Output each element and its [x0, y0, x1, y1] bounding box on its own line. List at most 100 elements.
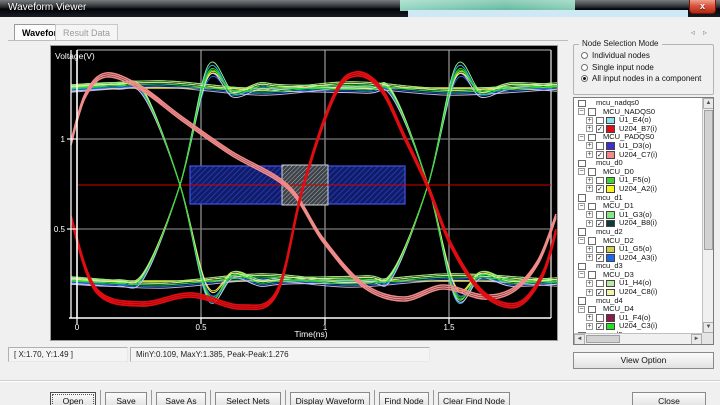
y-tick-label: 0.5 [54, 225, 66, 234]
collapse-minus-icon[interactable]: − [578, 108, 585, 115]
checkbox-icon[interactable] [578, 263, 586, 271]
open-button[interactable]: Open [50, 392, 96, 405]
expand-plus-icon[interactable]: + [586, 280, 593, 287]
clear-find-node-button[interactable]: Clear Find Node [438, 392, 510, 405]
tree-row[interactable]: mcu_d0 [574, 159, 702, 168]
tree-row[interactable]: +✓U204_A3(i) [574, 254, 702, 263]
node-color-swatch [606, 246, 615, 254]
expand-plus-icon[interactable]: + [586, 151, 593, 158]
scroll-left-icon[interactable]: ◄ [574, 334, 585, 345]
tree-row[interactable]: mcu_d2 [574, 228, 702, 237]
select-nets-button[interactable]: Select Nets [215, 392, 281, 405]
tree-row[interactable]: mcu_d1 [574, 194, 702, 203]
node-tree[interactable]: mcu_nadqs0−MCU_NADQS0+U1_E4(o)+✓U204_B7(… [573, 97, 714, 345]
checkbox-icon[interactable] [588, 108, 596, 116]
expand-plus-icon[interactable]: + [586, 289, 593, 296]
expand-plus-icon[interactable]: + [586, 177, 593, 184]
checkbox-icon[interactable] [588, 237, 596, 245]
checkbox-checked-icon[interactable]: ✓ [596, 289, 604, 297]
window-title: Waveform Viewer [8, 2, 86, 13]
tree-row[interactable]: +✓ U204_C8(i) [574, 288, 702, 297]
checkbox-icon[interactable] [588, 306, 596, 314]
tree-row-label[interactable]: U204_C7(i) [619, 151, 657, 160]
expand-plus-icon[interactable]: + [586, 142, 593, 149]
expand-plus-icon[interactable]: + [586, 185, 593, 192]
checkbox-icon[interactable] [596, 280, 604, 288]
expand-plus-icon[interactable]: + [586, 323, 593, 330]
background-window-peek-2 [408, 10, 688, 17]
title-bar[interactable]: Waveform Viewer x [0, 0, 720, 17]
display-waveform-button[interactable]: Display Waveform [290, 392, 370, 405]
tree-row-label[interactable]: U204_A2(i) [619, 185, 657, 194]
checkbox-icon[interactable] [578, 228, 586, 236]
y-tick-label: 1 [61, 135, 66, 144]
tree-row-label[interactable]: U204_C8(i) [619, 288, 657, 297]
save-button[interactable]: Save [105, 392, 147, 405]
scroll-right-icon[interactable]: ► [691, 334, 702, 345]
collapse-minus-icon[interactable]: − [578, 271, 585, 278]
checkbox-icon[interactable] [596, 177, 604, 185]
y-axis-title: Voltage(V) [55, 51, 95, 61]
scroll-down-icon[interactable]: ▼ [703, 322, 714, 333]
close-button[interactable]: Close [632, 392, 706, 405]
expand-plus-icon[interactable]: + [586, 117, 593, 124]
vscroll-thumb[interactable] [704, 110, 713, 250]
tree-row-label[interactable]: U204_B8(i) [619, 219, 657, 228]
radio-option-1[interactable]: Single input node [581, 63, 654, 74]
expand-plus-icon[interactable]: + [586, 211, 593, 218]
expand-plus-icon[interactable]: + [586, 314, 593, 321]
waveform-plot[interactable]: Voltage(V)Time(ns)00.511.510.5 [50, 45, 558, 341]
checkbox-icon[interactable] [596, 314, 604, 322]
radio-icon[interactable] [581, 64, 588, 71]
waveform-viewer-window: Waveform Viewer x Waveform Result Data ◃… [0, 0, 720, 405]
node-color-swatch [606, 177, 615, 185]
save-as-button[interactable]: Save As [156, 392, 206, 405]
checkbox-icon[interactable] [578, 160, 586, 168]
radio-selected-icon[interactable] [581, 75, 588, 82]
tree-row[interactable]: +✓U204_B8(i) [574, 219, 702, 228]
scroll-up-icon[interactable]: ▲ [703, 98, 714, 109]
tree-horizontal-scrollbar[interactable]: ◄► [574, 333, 703, 344]
tree-row[interactable]: mcu_d4 [574, 297, 702, 306]
collapse-minus-icon[interactable]: − [578, 237, 585, 244]
expand-plus-icon[interactable]: + [586, 220, 593, 227]
collapse-minus-icon[interactable]: − [578, 168, 585, 175]
view-option-button[interactable]: View Option [573, 352, 714, 369]
tree-row[interactable]: +✓U204_C3(i) [574, 322, 702, 331]
checkbox-icon[interactable] [596, 211, 604, 219]
checkbox-icon[interactable] [588, 134, 596, 142]
checkbox-icon[interactable] [588, 203, 596, 211]
x-tick-label: 0.5 [195, 323, 207, 332]
checkbox-icon[interactable] [596, 117, 604, 125]
checkbox-icon[interactable] [588, 168, 596, 176]
tree-vertical-scrollbar[interactable]: ▲▼ [702, 98, 713, 333]
checkbox-icon[interactable] [596, 246, 604, 254]
checkbox-icon[interactable] [588, 271, 596, 279]
expand-plus-icon[interactable]: + [586, 246, 593, 253]
find-node-button[interactable]: Find Node [379, 392, 429, 405]
collapse-minus-icon[interactable]: − [578, 134, 585, 141]
checkbox-checked-icon[interactable]: ✓ [596, 185, 604, 193]
expand-plus-icon[interactable]: + [586, 254, 593, 261]
radio-option-2[interactable]: All input nodes in a component [581, 74, 701, 85]
collapse-minus-icon[interactable]: − [578, 203, 585, 210]
close-window-icon[interactable]: x [689, 0, 716, 14]
checkbox-icon[interactable] [578, 100, 586, 108]
checkbox-icon[interactable] [578, 194, 586, 202]
bottom-separator [0, 380, 720, 382]
expand-plus-icon[interactable]: + [586, 125, 593, 132]
checkbox-icon[interactable] [596, 142, 604, 150]
hscroll-thumb[interactable] [586, 335, 620, 343]
status-measurements: MinY:0.109, MaxY:1.385, Peak-Peak:1.276 [130, 347, 430, 362]
tree-row[interactable]: +✓U204_C7(i) [574, 151, 702, 160]
collapse-minus-icon[interactable]: − [578, 306, 585, 313]
radio-icon[interactable] [581, 52, 588, 59]
tree-row-label[interactable]: U204_C3(i) [619, 322, 657, 331]
checkbox-icon[interactable] [578, 297, 586, 305]
tree-row[interactable]: +✓ U204_A2(i) [574, 185, 702, 194]
radio-option-0[interactable]: Individual nodes [581, 51, 650, 62]
tab-scroll-arrows-icon[interactable]: ◃ ▹ [691, 28, 710, 37]
tree-row-label[interactable]: U204_A3(i) [619, 254, 657, 263]
tab-result-data[interactable]: Result Data [55, 24, 118, 41]
tree-row[interactable]: mcu_d3 [574, 262, 702, 271]
